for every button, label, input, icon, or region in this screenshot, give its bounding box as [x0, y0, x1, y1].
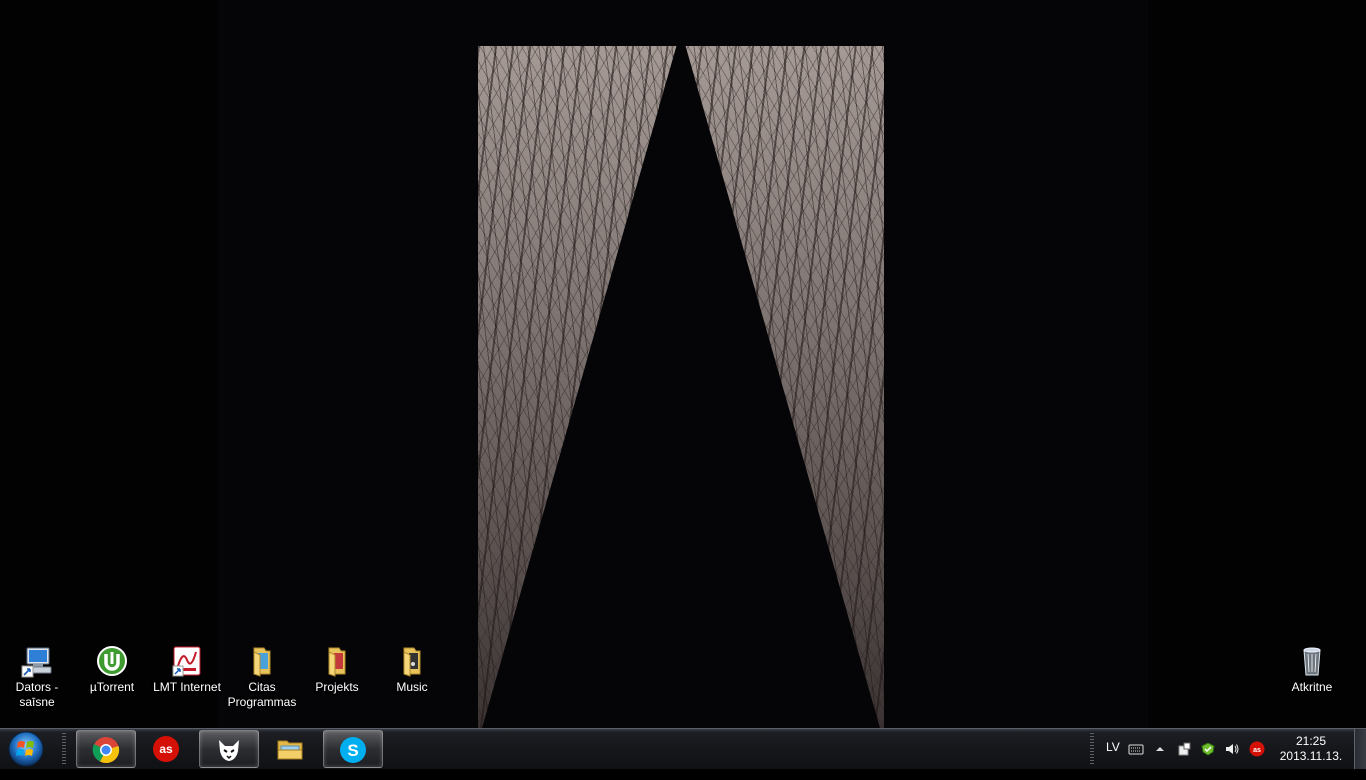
- folder-icon: [246, 644, 278, 678]
- skype-icon: S: [340, 737, 366, 763]
- taskbar-button-explorer[interactable]: [261, 730, 319, 766]
- clock-time: 21:25: [1295, 734, 1327, 748]
- chrome-icon: [92, 737, 120, 764]
- volume-icon[interactable]: [1224, 741, 1240, 757]
- taskbar-button-skype[interactable]: S: [323, 730, 383, 768]
- start-button[interactable]: [6, 730, 46, 768]
- lmt-internet-icon: [171, 644, 203, 678]
- desktop-icon-music[interactable]: Music: [376, 644, 448, 695]
- show-hidden-icons-icon[interactable]: [1152, 741, 1168, 757]
- svg-text:as: as: [159, 742, 173, 756]
- svg-text:S: S: [347, 741, 358, 760]
- tray-grip[interactable]: [1090, 733, 1094, 765]
- taskbar: as S LV as 21:25 2013.11.13.: [0, 728, 1366, 769]
- taskbar-button-chrome[interactable]: [76, 730, 136, 768]
- computer-shortcut-icon: [21, 644, 53, 678]
- desktop-wallpaper: [0, 0, 1366, 728]
- desktop-icon-projekts[interactable]: Projekts: [301, 644, 373, 695]
- folder-icon: [396, 644, 428, 678]
- safely-remove-hardware-icon[interactable]: [1176, 741, 1192, 757]
- svg-text:as: as: [1253, 747, 1261, 754]
- lastfm-icon: as: [153, 736, 179, 762]
- clock-date: 2013.11.13.: [1279, 749, 1343, 763]
- taskbar-button-foobar[interactable]: [199, 730, 259, 768]
- folder-icon: [321, 644, 353, 678]
- lastfm-tray-icon[interactable]: as: [1249, 741, 1265, 757]
- windows-logo-icon: [8, 731, 44, 767]
- taskbar-button-lastfm[interactable]: as: [137, 730, 195, 766]
- desktop-icon-citas-programmas[interactable]: Citas Programmas: [226, 644, 298, 710]
- desktop-icon-dators-saisne[interactable]: Dators - saīsne: [1, 644, 73, 710]
- recycle-bin-icon: [1296, 644, 1328, 678]
- desktop-icon-utorrent[interactable]: µTorrent: [76, 644, 148, 695]
- foobar-icon: [219, 740, 239, 761]
- language-indicator[interactable]: LV: [1106, 740, 1120, 780]
- desktop-icon-lmt-internet[interactable]: LMT Internet: [151, 644, 223, 695]
- keyboard-icon[interactable]: [1128, 741, 1144, 757]
- system-clock[interactable]: 21:25 2013.11.13.: [1276, 734, 1346, 764]
- antivirus-shield-icon[interactable]: [1200, 741, 1216, 757]
- wallpaper-triangle: [482, 30, 880, 728]
- show-desktop-button[interactable]: [1354, 729, 1366, 769]
- desktop-icon-recycle-bin[interactable]: Atkritne: [1276, 644, 1348, 695]
- taskbar-grip[interactable]: [62, 733, 66, 765]
- explorer-folder-icon: [277, 740, 303, 760]
- utorrent-icon: [96, 644, 128, 678]
